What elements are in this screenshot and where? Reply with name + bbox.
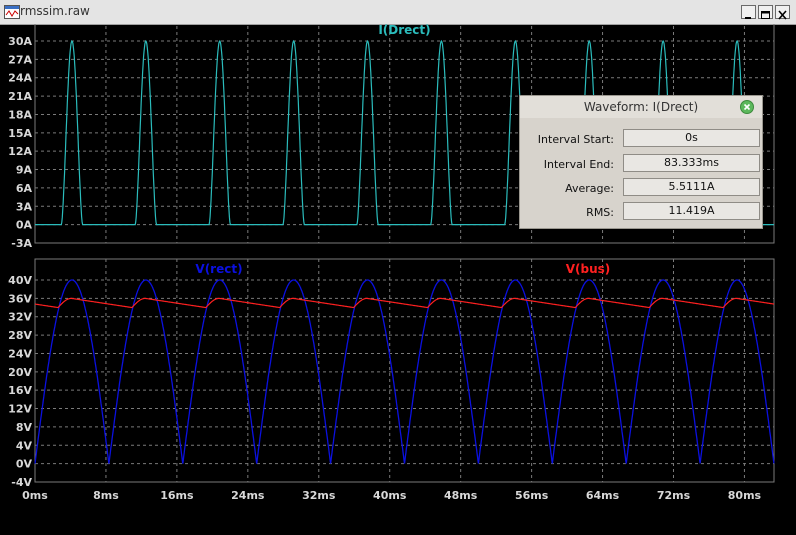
y-tick-label: -3A <box>11 237 32 250</box>
maximize-icon <box>761 11 770 19</box>
y-tick-label: 28V <box>8 329 32 342</box>
dialog-header[interactable]: Waveform: I(Drect) <box>520 96 762 118</box>
x-tick-label: 32ms <box>302 489 336 502</box>
waveform-window: rmssim.raw 30A 27A 24A 21A 18A 15A 12A 9A 6A 3A 0A… <box>0 0 796 535</box>
interval-start-label: Interval Start: <box>537 133 614 146</box>
x-tick-label: 80ms <box>728 489 762 502</box>
series-line-vbus <box>35 297 775 309</box>
x-tick-label: 0ms <box>22 489 48 502</box>
x-tick-label: 8ms <box>93 489 119 502</box>
y-tick-label: 12V <box>8 403 32 416</box>
average-label: Average: <box>565 182 614 195</box>
y-tick-label: 16V <box>8 384 32 397</box>
y-tick-label: 27A <box>8 53 32 66</box>
x-tick-label: 24ms <box>231 489 265 502</box>
waveform-info-dialog[interactable]: Waveform: I(Drect) Interval Start: 0s In… <box>519 95 763 229</box>
dialog-close-icon[interactable] <box>740 100 754 114</box>
rms-label: RMS: <box>586 206 614 219</box>
y-tick-label: 21A <box>8 90 32 103</box>
y-tick-label: 20V <box>8 366 32 379</box>
interval-end-value: 83.333ms <box>623 154 760 172</box>
voltage-pane[interactable]: 40V 36V 32V 28V 24V 20V 16V 12V 8V 4V 0V -4V0ms 8ms 1… <box>8 258 775 502</box>
x-tick-label: 56ms <box>515 489 549 502</box>
x-tick-label: 40ms <box>373 489 407 502</box>
maximize-button[interactable] <box>758 5 773 19</box>
y-tick-label: 0V <box>16 458 33 471</box>
y-tick-label: 36V <box>8 292 32 305</box>
y-tick-label: 9A <box>16 164 33 177</box>
interval-start-value: 0s <box>623 129 760 147</box>
x-tick-label: 64ms <box>586 489 620 502</box>
series-label-drect[interactable]: I(Drect) <box>378 24 430 37</box>
y-tick-label: 24V <box>8 347 32 360</box>
window-title: rmssim.raw <box>20 4 90 18</box>
y-tick-label: -4V <box>11 476 32 489</box>
x-tick-label: 72ms <box>657 489 691 502</box>
close-button[interactable] <box>775 5 790 20</box>
y-tick-label: 0A <box>16 219 33 232</box>
title-bar[interactable]: rmssim.raw <box>0 0 796 25</box>
y-tick-label: 15A <box>8 127 32 140</box>
y-tick-label: 3A <box>16 200 33 213</box>
y-tick-label: 40V <box>8 274 32 287</box>
y-tick-label: 24A <box>8 72 32 85</box>
pane-frame <box>34 258 775 483</box>
waveform-app-icon <box>4 5 20 19</box>
minimize-button[interactable] <box>741 5 756 19</box>
y-tick-label: 18A <box>8 108 32 121</box>
series-label-vrect[interactable]: V(rect) <box>195 262 242 276</box>
rms-value: 11.419A <box>623 202 760 220</box>
y-tick-label: 32V <box>8 311 32 324</box>
y-tick-label: 12A <box>8 145 32 158</box>
x-tick-label: 48ms <box>444 489 478 502</box>
y-tick-label: 30A <box>8 35 32 48</box>
y-tick-label: 4V <box>16 439 33 452</box>
series-label-vbus[interactable]: V(bus) <box>566 262 611 276</box>
interval-end-label: Interval End: <box>543 158 614 171</box>
x-tick-label: 16ms <box>160 489 194 502</box>
y-tick-label: 6A <box>16 182 33 195</box>
dialog-title: Waveform: I(Drect) <box>583 100 699 114</box>
minimize-icon <box>745 17 751 19</box>
close-icon <box>778 10 787 20</box>
y-tick-label: 8V <box>16 421 33 434</box>
average-value: 5.5111A <box>623 178 760 196</box>
